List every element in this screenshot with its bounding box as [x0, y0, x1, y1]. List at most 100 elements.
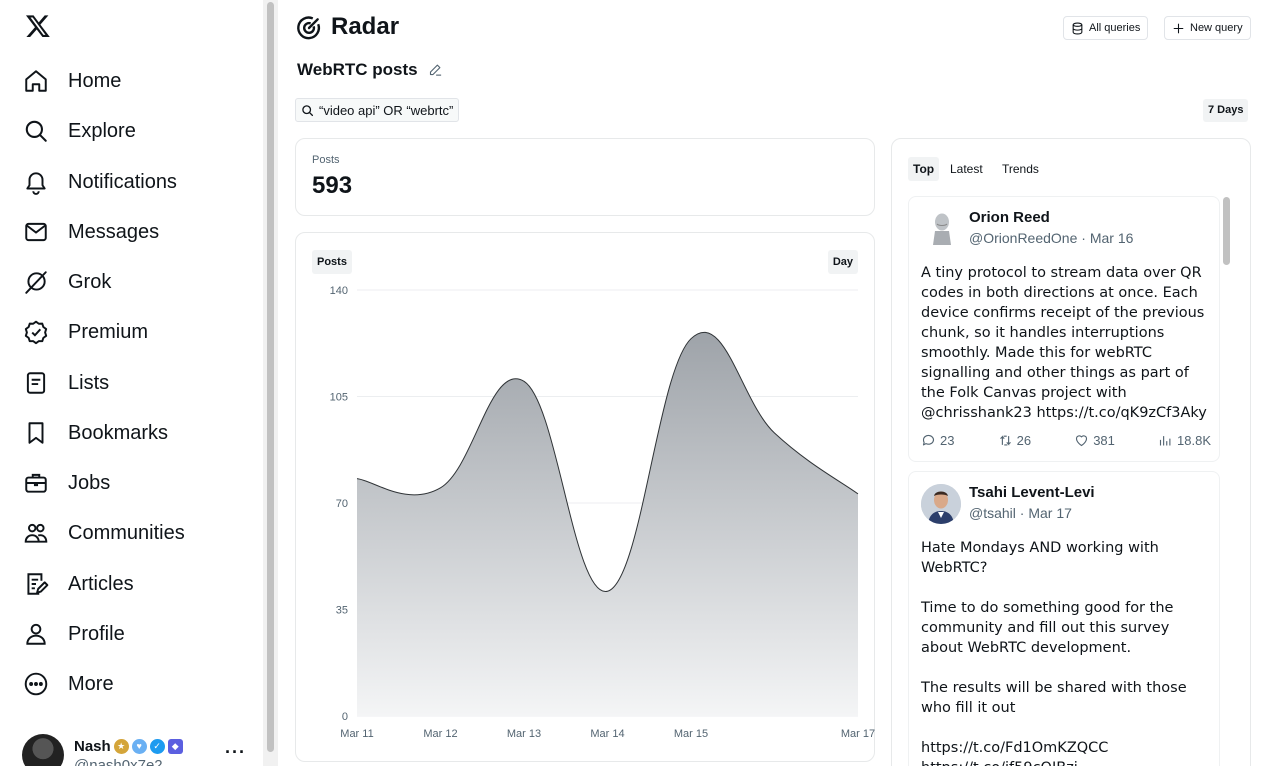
y-tick-label: 35 [336, 605, 348, 617]
account-more-button[interactable]: ··· [225, 742, 246, 763]
posts-count-card: Posts 593 [295, 138, 875, 216]
verified-badge-icon: ✓ [149, 739, 165, 754]
nav-home-label: Home [68, 69, 122, 92]
nav-more-label: More [68, 672, 114, 695]
briefcase-icon [22, 469, 50, 497]
nav-profile[interactable]: Profile [22, 612, 125, 656]
post-author-name[interactable]: Orion Reed [969, 209, 1050, 226]
x-logo-icon[interactable] [24, 13, 52, 39]
people-icon [22, 519, 50, 547]
nav-premium-label: Premium [68, 320, 149, 343]
all-queries-button[interactable]: All queries [1063, 16, 1149, 40]
nav-communities-label: Communities [68, 521, 185, 544]
date-range-button[interactable]: 7 Days [1203, 99, 1249, 122]
person-icon [22, 620, 50, 648]
app-badge-icon: ◆ [167, 739, 183, 754]
post-author-avatar[interactable] [921, 209, 961, 249]
search-icon [302, 104, 314, 116]
nav-more[interactable]: More [22, 662, 114, 706]
nav-lists[interactable]: Lists [22, 361, 109, 405]
verified-icon [22, 318, 50, 346]
avatar-portrait-icon [921, 484, 961, 524]
query-search-text: “video api” OR “webrtc” [319, 102, 454, 118]
home-icon [22, 67, 50, 95]
nav-explore[interactable]: Explore [22, 109, 136, 153]
nav-articles[interactable]: Articles [22, 562, 134, 606]
views-count: 18.8K [1177, 433, 1211, 448]
tab-top[interactable]: Top [908, 157, 940, 181]
feed-scrollbar-thumb[interactable] [1223, 197, 1230, 265]
reply-icon [922, 434, 935, 446]
nav-communities[interactable]: Communities [22, 511, 185, 555]
new-query-button[interactable]: New query [1164, 16, 1251, 40]
posts-area-chart: 0 35 70 105 140 Mar 11 Mar 12 Mar 13 Mar 14 Mar … [330, 285, 875, 740]
x-tick-label: Mar 12 [423, 728, 457, 740]
chart-data-point[interactable] [438, 485, 444, 491]
avatar-bust-icon [933, 213, 951, 245]
tab-latest[interactable]: Latest [945, 157, 988, 181]
nav-grok-label: Grok [68, 270, 112, 293]
reply-button[interactable]: 23 [921, 433, 954, 448]
bell-icon [22, 168, 50, 196]
chart-interval-pill[interactable]: Day [827, 250, 858, 274]
x-tick-label: Mar 13 [507, 728, 541, 740]
nav-home[interactable]: Home [22, 59, 121, 103]
page-title: Radar [331, 13, 400, 40]
area-series-fill [357, 332, 858, 716]
posts-count-value: 593 [312, 172, 353, 199]
nav-jobs[interactable]: Jobs [22, 461, 110, 505]
account-handle: @nash0x7e2 [74, 757, 163, 766]
nav-notifications-label: Notifications [68, 170, 177, 193]
post-author-name[interactable]: Tsahi Levent-Levi [969, 484, 1095, 501]
y-tick-label: 140 [330, 285, 348, 297]
nav-messages[interactable]: Messages [22, 210, 159, 254]
chart-data-point[interactable] [772, 430, 778, 436]
nav-bookmarks[interactable]: Bookmarks [22, 411, 168, 455]
chart-data-point[interactable] [855, 491, 861, 497]
query-title: WebRTC posts [297, 60, 418, 79]
chart-data-point[interactable] [688, 336, 694, 342]
like-button[interactable]: 381 [1074, 433, 1115, 448]
reply-count: 23 [940, 433, 955, 448]
chart-data-point[interactable] [354, 476, 360, 482]
views-button[interactable]: 18.8K [1158, 433, 1211, 448]
more-circle-icon [22, 670, 50, 698]
x-tick-label: Mar 15 [674, 728, 708, 740]
nav-premium[interactable]: Premium [22, 310, 148, 354]
account-switcher[interactable]: Nash ★ ♥ ✓ ◆ @nash0x7e2 ··· [22, 734, 250, 766]
nav-grok[interactable]: Grok [22, 260, 111, 304]
blue-heart-icon: ♥ [131, 739, 147, 754]
radar-icon [297, 16, 321, 40]
nav-notifications[interactable]: Notifications [22, 160, 177, 204]
chart-data-point[interactable] [521, 378, 527, 384]
account-name: Nash [74, 738, 111, 755]
new-query-label: New query [1190, 22, 1243, 34]
medal-icon: ★ [113, 739, 129, 754]
nav-articles-label: Articles [68, 572, 134, 595]
post-card[interactable]: Orion Reed @OrionReedOne · Mar 16 A tiny… [908, 196, 1220, 462]
sidebar: Home Explore Notifications Messages Grok… [0, 0, 263, 766]
y-tick-label: 70 [336, 498, 348, 510]
edit-pencil-icon[interactable] [428, 62, 443, 77]
repost-button[interactable]: 26 [998, 433, 1031, 448]
plus-icon [1173, 23, 1184, 33]
like-count: 381 [1093, 433, 1115, 448]
nav-jobs-label: Jobs [68, 471, 111, 494]
database-icon [1072, 22, 1083, 34]
post-card[interactable]: Tsahi Levent-Levi @tsahil · Mar 17 Hate … [908, 471, 1220, 766]
nav-messages-label: Messages [68, 220, 160, 243]
bookmark-icon [22, 419, 50, 447]
feed-card: Top Latest Trends Orion Reed @OrionReedO… [891, 138, 1251, 766]
query-search-chip[interactable]: “video api” OR “webrtc” [295, 98, 460, 122]
chart-card: 0 35 70 105 140 Mar 11 Mar 12 Mar 13 Mar 14 Mar … [295, 232, 875, 762]
post-actions: 23 26 381 18.8K [921, 433, 1211, 448]
tab-trends[interactable]: Trends [997, 157, 1044, 181]
posts-count-label: Posts [312, 154, 340, 166]
nav-profile-label: Profile [68, 622, 125, 645]
article-icon [22, 570, 50, 598]
repost-icon [999, 435, 1011, 446]
sidebar-scrollbar-thumb[interactable] [267, 2, 274, 752]
chart-data-point[interactable] [605, 588, 611, 594]
post-author-avatar[interactable] [921, 484, 961, 524]
chart-metric-pill[interactable]: Posts [312, 250, 352, 274]
